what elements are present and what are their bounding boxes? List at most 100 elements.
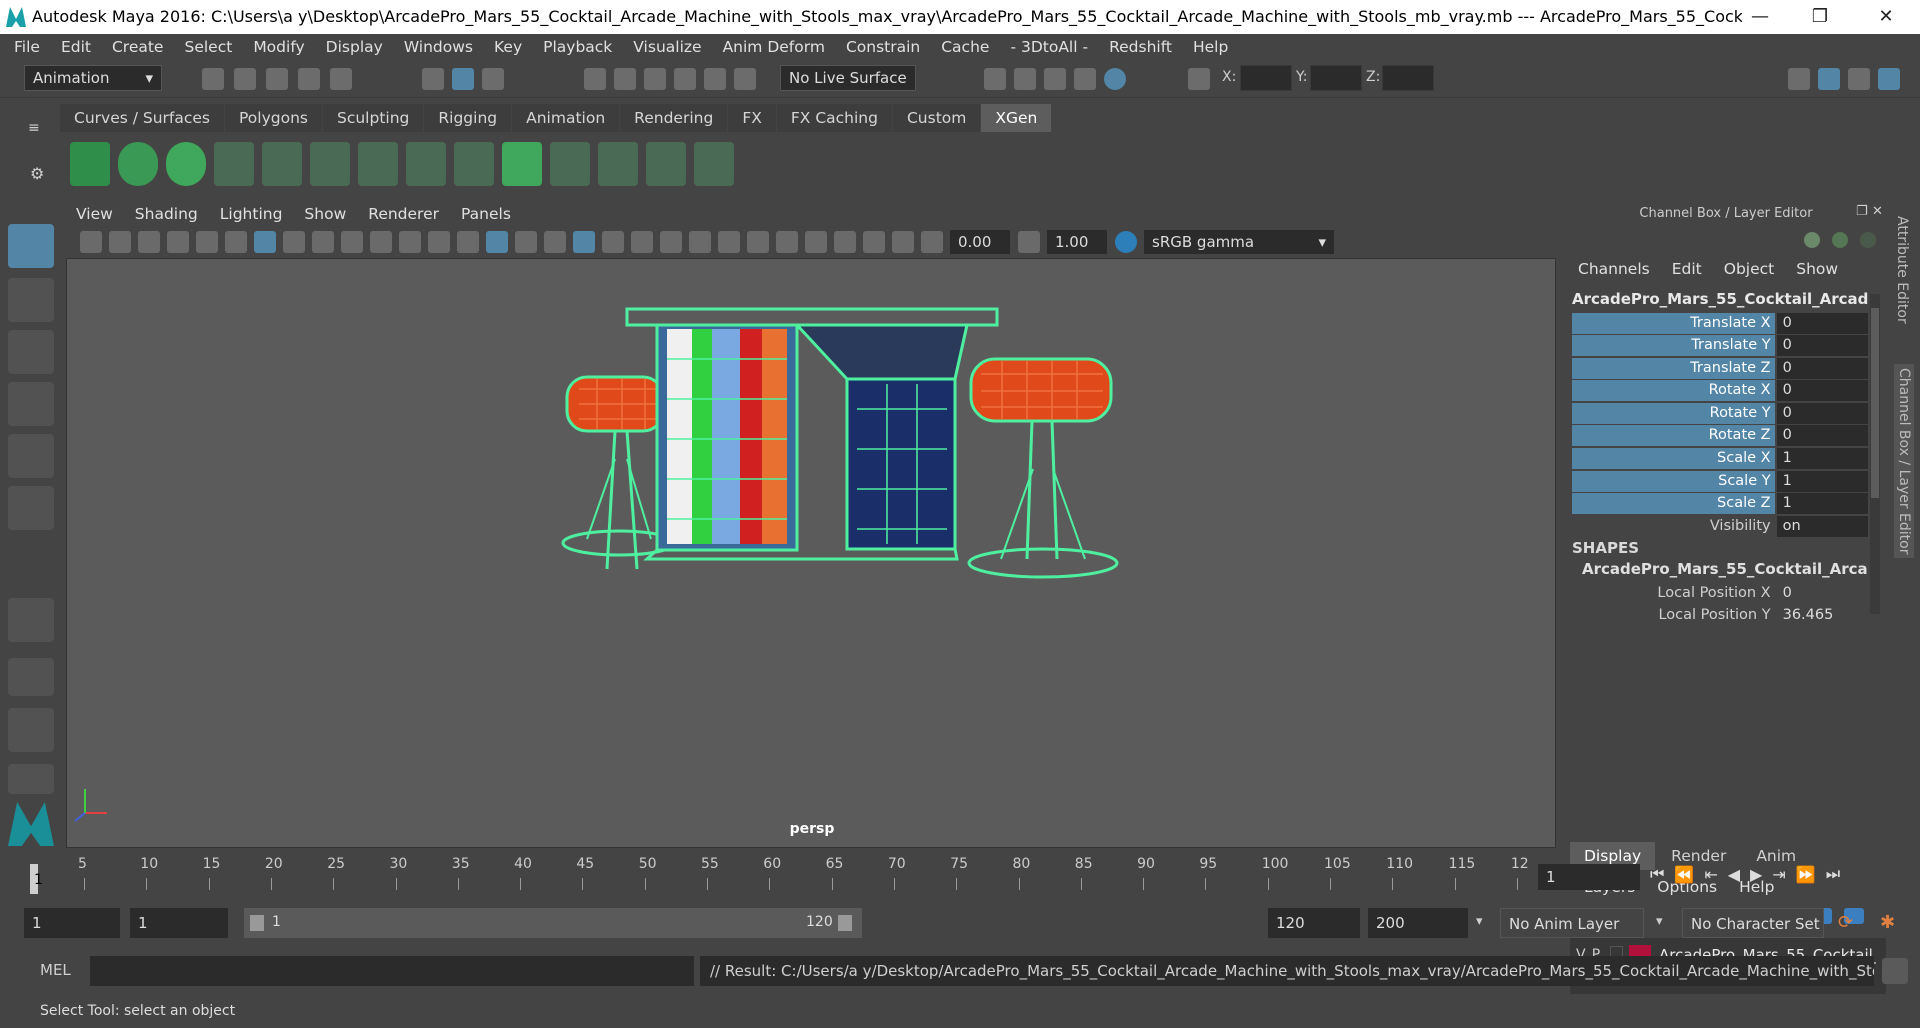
paint-select-tool-icon[interactable] xyxy=(8,330,54,374)
command-language-label[interactable]: MEL xyxy=(40,961,71,979)
menu-help[interactable]: Help xyxy=(1193,38,1228,56)
bookmark-icon[interactable] xyxy=(138,231,160,253)
wireframe-icon[interactable] xyxy=(457,231,479,253)
cb-menu-channels[interactable]: Channels xyxy=(1578,260,1650,278)
menu-modify[interactable]: Modify xyxy=(253,38,304,56)
menu-cache[interactable]: Cache xyxy=(941,38,989,56)
exposure-icon[interactable] xyxy=(921,231,943,253)
step-forward-key-icon[interactable]: ⏩ xyxy=(1796,865,1816,884)
rotate-tool-icon[interactable] xyxy=(8,434,54,478)
attr-row-translate-x[interactable]: Translate X0 xyxy=(1572,312,1868,334)
snap-point-icon[interactable] xyxy=(644,68,666,90)
attr-row-translate-z[interactable]: Translate Z0 xyxy=(1572,357,1868,379)
smooth-shade-icon[interactable] xyxy=(486,231,508,253)
new-scene-icon[interactable] xyxy=(202,68,224,90)
channel-box-side-tab[interactable]: Channel Box / Layer Editor xyxy=(1894,364,1914,559)
shape-node-name[interactable]: ArcadePro_Mars_55_Cocktail_Arcade... xyxy=(1582,560,1867,578)
shelf-menu-icon[interactable]: ≡ xyxy=(28,120,40,136)
attribute-editor-side-tab[interactable]: Attribute Editor xyxy=(1894,216,1910,324)
shadows-icon[interactable] xyxy=(631,231,653,253)
attr-row-scale-z[interactable]: Scale Z1 xyxy=(1572,492,1868,514)
anti-aliasing-icon[interactable] xyxy=(718,231,740,253)
attr-value[interactable]: 0 xyxy=(1776,334,1868,356)
textured-icon[interactable] xyxy=(573,231,595,253)
anim-layer-dropdown[interactable]: No Anim Layer xyxy=(1500,908,1644,938)
shelf-tab-rigging[interactable]: Rigging xyxy=(424,104,512,132)
step-forward-frame-icon[interactable]: ⇥ xyxy=(1772,865,1785,884)
menu-windows[interactable]: Windows xyxy=(404,38,473,56)
channel-box-toggle-icon[interactable] xyxy=(1878,68,1900,90)
menu-create[interactable]: Create xyxy=(112,38,164,56)
selected-object-name[interactable]: ArcadePro_Mars_55_Cocktail_Arcade_... xyxy=(1572,290,1868,308)
snap-surface-icon[interactable] xyxy=(704,68,726,90)
attr-value[interactable]: 1 xyxy=(1776,470,1868,492)
character-set-dropdown[interactable]: No Character Set xyxy=(1682,908,1824,938)
go-to-start-icon[interactable]: ⏮ xyxy=(1650,864,1664,884)
cb-menu-object[interactable]: Object xyxy=(1724,260,1774,278)
attr-value[interactable]: on xyxy=(1776,515,1868,537)
attr-value[interactable]: 1 xyxy=(1776,447,1868,469)
range-start-handle[interactable] xyxy=(250,915,264,931)
xgen-lock-guide-icon[interactable] xyxy=(406,142,446,186)
attr-row-scale-x[interactable]: Scale X1 xyxy=(1572,447,1868,469)
attr-value[interactable]: 0 xyxy=(1776,402,1868,424)
manipulator-icon[interactable] xyxy=(1804,232,1820,248)
exposure-field[interactable]: 0.00 xyxy=(950,230,1010,254)
gate-mask-icon[interactable] xyxy=(341,231,363,253)
scrollbar-thumb[interactable] xyxy=(1871,308,1879,498)
isolate-select-icon[interactable] xyxy=(776,231,798,253)
float-icon[interactable]: ❐ xyxy=(1856,204,1868,219)
menu-key[interactable]: Key xyxy=(494,38,522,56)
xgen-guide-length-icon[interactable] xyxy=(454,142,494,186)
maya-home-icon[interactable] xyxy=(8,802,54,846)
menu-3dtoall[interactable]: - 3DtoAll - xyxy=(1010,38,1088,56)
xgen-preview-icon[interactable] xyxy=(118,142,158,186)
attr-row-scale-y[interactable]: Scale Y1 xyxy=(1572,470,1868,492)
xgen-curves-icon[interactable] xyxy=(646,142,686,186)
auto-key-icon[interactable]: ⟳ xyxy=(1838,912,1853,933)
single-layout-icon[interactable] xyxy=(8,598,54,642)
shelf-tab-fx-caching[interactable]: FX Caching xyxy=(776,104,892,132)
attr-value[interactable]: 36.465 xyxy=(1777,605,1868,626)
y-coordinate-field[interactable] xyxy=(1310,65,1362,91)
default-material-icon[interactable] xyxy=(515,231,537,253)
playback-end-field[interactable]: 120 xyxy=(1268,908,1360,938)
live-surface-field[interactable]: No Live Surface xyxy=(780,65,916,91)
modeling-toolkit-icon[interactable] xyxy=(1788,68,1810,90)
lasso-tool-icon[interactable] xyxy=(8,278,54,322)
xgen-delete-guide-icon[interactable] xyxy=(694,142,734,186)
gamma-icon[interactable] xyxy=(1018,231,1040,253)
xgen-comb-icon[interactable] xyxy=(598,142,638,186)
minimize-button[interactable]: — xyxy=(1730,2,1790,32)
x-coordinate-field[interactable] xyxy=(1240,65,1292,91)
panel-menu-panels[interactable]: Panels xyxy=(461,205,511,223)
attr-value[interactable]: 0 xyxy=(1776,312,1868,334)
script-editor-icon[interactable] xyxy=(1882,958,1908,984)
range-end-handle[interactable] xyxy=(838,915,852,931)
magnet-icon[interactable] xyxy=(734,68,756,90)
play-backwards-icon[interactable]: ◀ xyxy=(1728,865,1740,884)
tool-settings-icon[interactable] xyxy=(1848,68,1870,90)
depth-of-field-icon[interactable] xyxy=(747,231,769,253)
scale-tool-icon[interactable] xyxy=(8,486,54,530)
camera-attributes-icon[interactable] xyxy=(109,231,131,253)
attr-row-local-position-y[interactable]: Local Position Y 36.465 xyxy=(1572,604,1868,626)
range-slider[interactable]: 1 120 xyxy=(244,908,862,938)
grease-pencil-icon[interactable] xyxy=(225,231,247,253)
xgen-add-guide-icon[interactable] xyxy=(214,142,254,186)
render-view-icon[interactable] xyxy=(1074,68,1096,90)
open-scene-icon[interactable] xyxy=(234,68,256,90)
menu-constrain[interactable]: Constrain xyxy=(846,38,920,56)
maximize-button[interactable]: ❐ xyxy=(1790,2,1850,32)
xgen-sculpt-icon[interactable] xyxy=(550,142,590,186)
select-hierarchy-icon[interactable] xyxy=(422,68,444,90)
hypershade-icon[interactable] xyxy=(1104,68,1126,90)
xray-joints-icon[interactable] xyxy=(863,231,885,253)
four-view-layout-icon[interactable] xyxy=(8,658,54,696)
use-all-lights-icon[interactable] xyxy=(602,231,624,253)
menu-set-dropdown[interactable]: Animation ▾ xyxy=(24,65,162,91)
shelf-tab-custom[interactable]: Custom xyxy=(892,104,981,132)
time-slider[interactable]: 1 5 10 15 20 25 30 35 40 45 50 55 60 65 70 75 80 85 90 95 1… xyxy=(22,856,1529,896)
shelf-tab-rendering[interactable]: Rendering xyxy=(620,104,728,132)
outliner-layout-icon[interactable] xyxy=(8,708,54,752)
